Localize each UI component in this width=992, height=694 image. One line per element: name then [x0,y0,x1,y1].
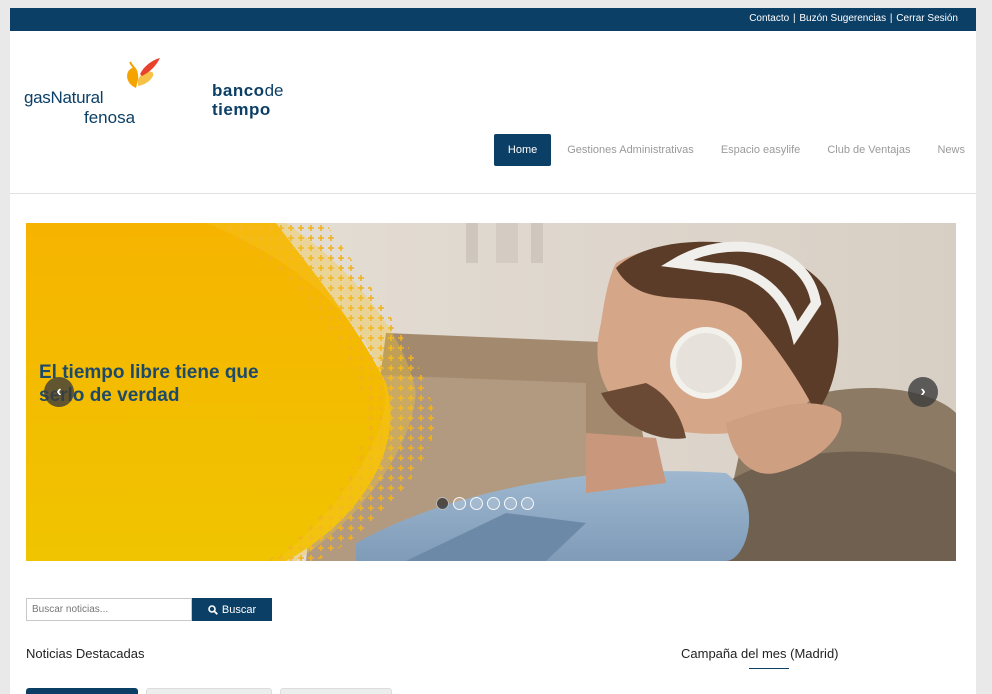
chevron-left-icon: ‹ [56,383,62,400]
nav-item-home[interactable]: Home [493,134,552,166]
top-links: Contacto | Buzón Sugerencias | Cerrar Se… [749,13,958,24]
featured-news-title: Noticias Destacadas [26,646,145,661]
logo-text-fenosa: fenosa [84,108,136,127]
carousel-dot-3[interactable] [470,497,483,510]
search-button-label: Buscar [221,603,257,616]
carousel-indicators [436,497,538,510]
search-icon [208,604,218,615]
logout-link[interactable]: Cerrar Sesión [896,13,958,24]
nav-item-gestiones[interactable]: Gestiones Administrativas [556,134,705,166]
news-tab-1[interactable] [26,688,138,694]
separator: | [889,13,893,24]
main-nav: Home Gestiones Administrativas Espacio e… [493,134,976,166]
nav-item-news[interactable]: News [926,134,976,166]
top-bar: Contacto | Buzón Sugerencias | Cerrar Se… [10,8,976,31]
carousel-dot-2[interactable] [453,497,466,510]
carousel-dot-1[interactable] [436,497,449,510]
site-header: gasNatural fenosa bancode tiempo Home Ge… [10,31,976,194]
hero-carousel[interactable]: El tiempo libre tiene que serlo de verda… [26,223,956,561]
logo-text-de: de [264,81,284,100]
news-tab-2[interactable] [146,688,272,694]
contact-link[interactable]: Contacto [749,13,789,24]
suggestions-link[interactable]: Buzón Sugerencias [799,13,886,24]
title-underline [749,668,789,669]
gas-natural-fenosa-logo[interactable]: gasNatural fenosa [24,53,174,127]
page: Contacto | Buzón Sugerencias | Cerrar Se… [10,8,976,694]
separator: | [793,13,796,24]
hero-headline: El tiempo libre tiene que serlo de verda… [39,362,259,406]
carousel-prev-button[interactable]: ‹ [44,377,74,407]
carousel-dot-4[interactable] [487,497,500,510]
search-input[interactable] [26,598,192,621]
logo-text-tiempo: tiempo [212,100,271,119]
logo-text-banco: banco [212,81,265,100]
carousel-dot-6[interactable] [521,497,534,510]
campaign-title: Campaña del mes (Madrid) [681,646,839,661]
butterfly-icon [127,58,160,88]
nav-item-easylife[interactable]: Espacio easylife [710,134,812,166]
nav-item-club-ventajas[interactable]: Club de Ventajas [816,134,921,166]
news-search: Buscar [26,598,272,621]
chevron-right-icon: › [920,383,926,400]
carousel-dot-5[interactable] [504,497,517,510]
banco-de-tiempo-logo[interactable]: bancode tiempo [212,81,283,119]
carousel-next-button[interactable]: › [908,377,938,407]
news-tabs [26,688,400,694]
logo-text-gasnatural: gasNatural [24,88,104,107]
news-tab-3[interactable] [280,688,392,694]
search-button[interactable]: Buscar [192,598,272,621]
